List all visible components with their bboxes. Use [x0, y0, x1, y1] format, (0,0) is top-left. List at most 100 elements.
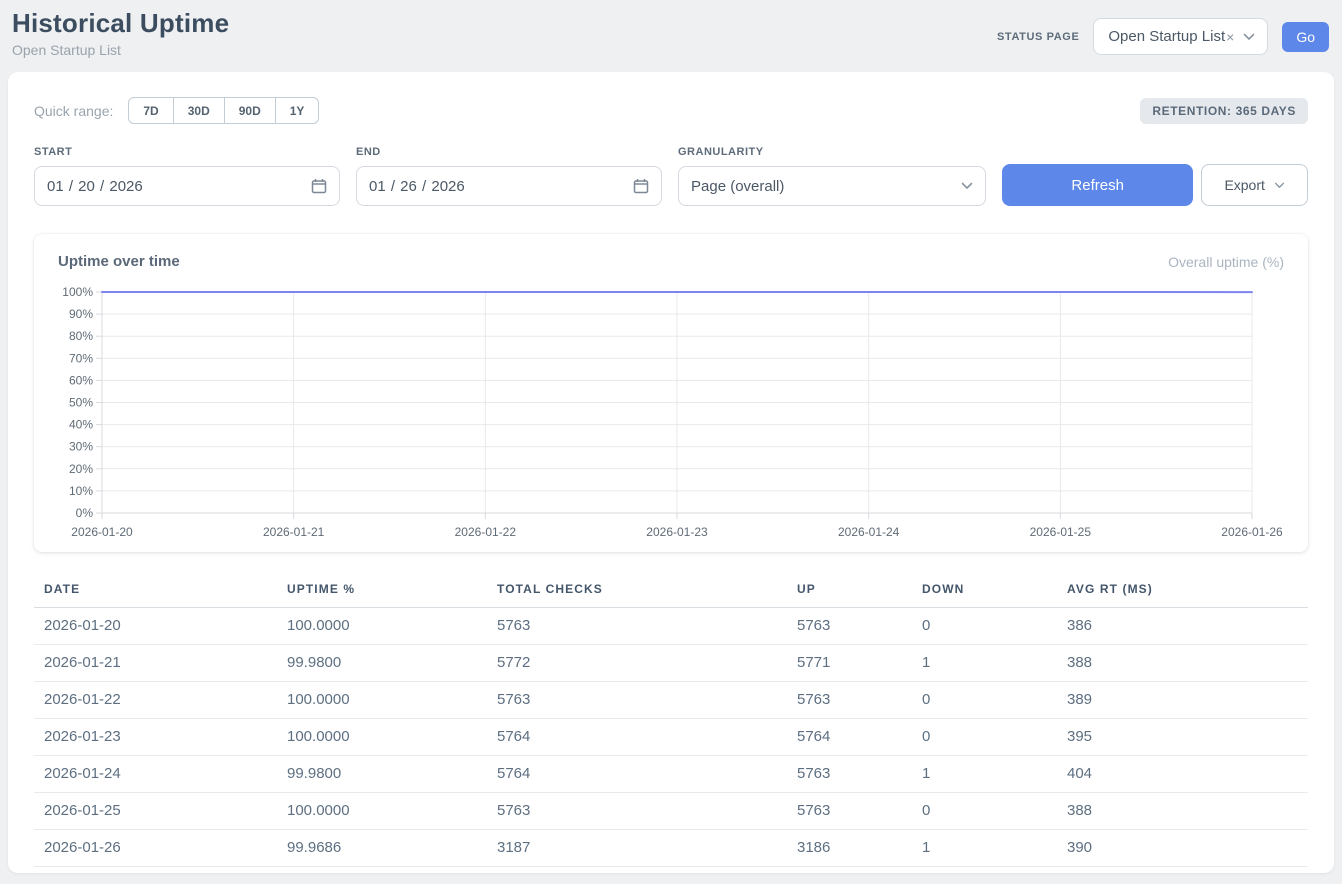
- table-cell: 1: [912, 830, 1057, 867]
- start-date-input[interactable]: 01 / 20 / 2026: [34, 166, 340, 206]
- table-row: 2026-01-20100.0000576357630386: [34, 608, 1308, 645]
- table-cell: 5771: [787, 645, 912, 682]
- svg-text:0%: 0%: [76, 506, 94, 520]
- table-cell: 1: [912, 756, 1057, 793]
- quick-range-button-7d[interactable]: 7D: [128, 97, 173, 124]
- quick-range-row: Quick range: 7D30D90D1Y RETENTION: 365 D…: [34, 97, 1308, 124]
- top-bar: Historical Uptime Open Startup List STAT…: [0, 0, 1342, 72]
- quick-range-label: Quick range:: [34, 103, 113, 119]
- table-cell: 5763: [787, 756, 912, 793]
- table-cell: 2026-01-21: [34, 645, 277, 682]
- table-cell: 0: [912, 682, 1057, 719]
- table-cell: 5764: [487, 719, 787, 756]
- column-header: AVG RT (MS): [1057, 574, 1308, 608]
- chevron-down-icon: [961, 182, 973, 190]
- table-cell: 5764: [787, 719, 912, 756]
- granularity-selected-value: Page (overall): [691, 178, 784, 195]
- granularity-select[interactable]: Page (overall): [678, 166, 986, 206]
- column-header: TOTAL CHECKS: [487, 574, 787, 608]
- column-header: DATE: [34, 574, 277, 608]
- page-subtitle: Open Startup List: [12, 42, 229, 58]
- table-cell: 100.0000: [277, 793, 487, 830]
- uptime-table: DATEUPTIME %TOTAL CHECKSUPDOWNAVG RT (MS…: [34, 574, 1308, 867]
- quick-range-button-1y[interactable]: 1Y: [275, 97, 320, 124]
- svg-text:2026-01-25: 2026-01-25: [1030, 525, 1092, 539]
- end-date-field: END 01 / 26 / 2026: [356, 146, 662, 206]
- table-cell: 388: [1057, 793, 1308, 830]
- svg-text:2026-01-20: 2026-01-20: [71, 525, 133, 539]
- chevron-down-icon: [1274, 182, 1285, 189]
- table-header: DATEUPTIME %TOTAL CHECKSUPDOWNAVG RT (MS…: [34, 574, 1308, 608]
- svg-text:2026-01-24: 2026-01-24: [838, 525, 900, 539]
- calendar-icon[interactable]: [311, 178, 327, 194]
- chart-header: Uptime over time Overall uptime (%): [58, 253, 1284, 270]
- table-cell: 100.0000: [277, 608, 487, 645]
- table-row: 2026-01-23100.0000576457640395: [34, 719, 1308, 756]
- table-cell: 100.0000: [277, 719, 487, 756]
- table-cell: 5764: [487, 756, 787, 793]
- table-row: 2026-01-22100.0000576357630389: [34, 682, 1308, 719]
- table-cell: 5763: [787, 608, 912, 645]
- table-cell: 390: [1057, 830, 1308, 867]
- uptime-chart-card: Uptime over time Overall uptime (%) 0%10…: [34, 234, 1308, 552]
- svg-text:70%: 70%: [69, 351, 93, 365]
- table-cell: 5763: [787, 682, 912, 719]
- column-header: UPTIME %: [277, 574, 487, 608]
- svg-text:50%: 50%: [69, 396, 93, 410]
- table-row: 2026-01-2199.9800577257711388: [34, 645, 1308, 682]
- svg-text:2026-01-26: 2026-01-26: [1221, 525, 1283, 539]
- table-cell: 5763: [487, 793, 787, 830]
- svg-text:60%: 60%: [69, 373, 93, 387]
- main-panel: Quick range: 7D30D90D1Y RETENTION: 365 D…: [8, 72, 1334, 873]
- column-header: UP: [787, 574, 912, 608]
- table-cell: 3186: [787, 830, 912, 867]
- page-title: Historical Uptime: [12, 8, 229, 39]
- svg-text:40%: 40%: [69, 418, 93, 432]
- table-cell: 2026-01-24: [34, 756, 277, 793]
- table-cell: 5763: [487, 608, 787, 645]
- table-cell: 0: [912, 719, 1057, 756]
- status-page-bar: STATUS PAGE Open Startup List × Go: [997, 18, 1329, 55]
- quick-range-button-90d[interactable]: 90D: [224, 97, 276, 124]
- table-cell: 386: [1057, 608, 1308, 645]
- table-row: 2026-01-2699.9686318731861390: [34, 830, 1308, 867]
- table-cell: 2026-01-23: [34, 719, 277, 756]
- quick-range-button-group: 7D30D90D1Y: [128, 97, 319, 124]
- table-cell: 388: [1057, 645, 1308, 682]
- column-header: DOWN: [912, 574, 1057, 608]
- filter-form-row: START 01 / 20 / 2026 END 01 / 26 / 2026 …: [34, 146, 1308, 206]
- svg-text:30%: 30%: [69, 440, 93, 454]
- chevron-down-icon: [1243, 33, 1255, 41]
- calendar-icon[interactable]: [633, 178, 649, 194]
- chart-legend: Overall uptime (%): [1168, 254, 1284, 270]
- table-cell: 0: [912, 608, 1057, 645]
- granularity-label: GRANULARITY: [678, 146, 986, 158]
- table-cell: 2026-01-26: [34, 830, 277, 867]
- end-date-label: END: [356, 146, 662, 158]
- export-button[interactable]: Export: [1201, 164, 1308, 206]
- status-page-select[interactable]: Open Startup List ×: [1093, 18, 1268, 55]
- table-cell: 5763: [487, 682, 787, 719]
- quick-range-button-30d[interactable]: 30D: [173, 97, 225, 124]
- page-heading: Historical Uptime Open Startup List: [12, 8, 229, 58]
- start-date-value: 01 / 20 / 2026: [47, 178, 143, 195]
- svg-text:90%: 90%: [69, 307, 93, 321]
- end-date-input[interactable]: 01 / 26 / 2026: [356, 166, 662, 206]
- svg-text:20%: 20%: [69, 462, 93, 476]
- svg-text:2026-01-22: 2026-01-22: [455, 525, 517, 539]
- svg-text:80%: 80%: [69, 329, 93, 343]
- uptime-line-chart: 0%10%20%30%40%50%60%70%80%90%100%2026-01…: [58, 282, 1284, 542]
- table-cell: 99.9800: [277, 645, 487, 682]
- table-cell: 2026-01-20: [34, 608, 277, 645]
- clear-selection-icon[interactable]: ×: [1226, 29, 1234, 45]
- table-cell: 99.9686: [277, 830, 487, 867]
- go-button[interactable]: Go: [1282, 22, 1329, 52]
- table-cell: 2026-01-25: [34, 793, 277, 830]
- svg-text:2026-01-21: 2026-01-21: [263, 525, 325, 539]
- table-cell: 5763: [787, 793, 912, 830]
- status-page-label: STATUS PAGE: [997, 31, 1079, 43]
- table-cell: 3187: [487, 830, 787, 867]
- granularity-field: GRANULARITY Page (overall): [678, 146, 986, 206]
- table-cell: 389: [1057, 682, 1308, 719]
- refresh-button[interactable]: Refresh: [1002, 164, 1193, 206]
